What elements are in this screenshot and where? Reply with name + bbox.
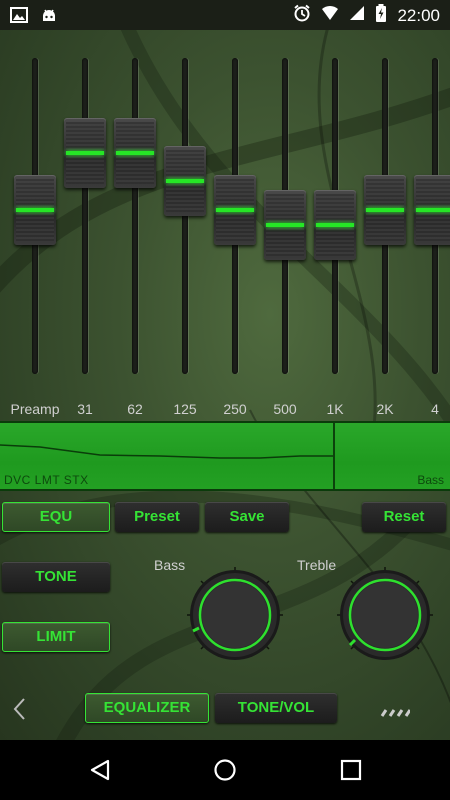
slider-thumb[interactable] xyxy=(264,190,306,261)
slider-thumb[interactable] xyxy=(114,117,156,188)
navigation-bar xyxy=(0,740,450,800)
bass-knob-label: Bass xyxy=(154,557,186,573)
curve-bass-label: Bass xyxy=(417,473,444,487)
recents-icon[interactable] xyxy=(339,758,363,787)
slider-thumb[interactable] xyxy=(364,174,406,245)
eq-slider-500[interactable] xyxy=(260,30,310,410)
slider-thumb[interactable] xyxy=(414,174,450,245)
eq-slider-125[interactable] xyxy=(160,30,210,410)
reset-button[interactable]: Reset xyxy=(362,502,446,532)
equ-button[interactable]: EQU xyxy=(2,502,110,532)
eq-slider-250[interactable] xyxy=(210,30,260,410)
band-label: 4 xyxy=(431,401,439,417)
tone-button[interactable]: TONE xyxy=(2,562,110,592)
slider-track xyxy=(82,58,88,374)
back-chevron-icon[interactable] xyxy=(12,697,28,726)
signal-icon xyxy=(349,5,365,26)
limit-button[interactable]: LIMIT xyxy=(2,622,110,652)
eq-slider-4[interactable] xyxy=(410,30,450,410)
treble-knob[interactable] xyxy=(335,565,435,665)
slider-thumb[interactable] xyxy=(214,174,256,245)
home-icon[interactable] xyxy=(213,758,237,787)
eq-slider-2K[interactable] xyxy=(360,30,410,410)
clock-time: 22:00 xyxy=(397,5,440,25)
eq-slider-Preamp[interactable] xyxy=(10,30,60,410)
tab-tone-vol[interactable]: TONE/VOL xyxy=(215,693,337,723)
eq-slider-62[interactable] xyxy=(110,30,160,410)
back-icon[interactable] xyxy=(88,758,112,787)
wifi-icon xyxy=(321,5,339,26)
slider-thumb[interactable] xyxy=(14,174,56,245)
treble-knob-label: Treble xyxy=(297,557,337,573)
alarm-icon xyxy=(293,4,311,27)
slider-track xyxy=(132,58,138,374)
battery-charging-icon xyxy=(375,4,387,27)
save-button[interactable]: Save xyxy=(205,502,289,532)
slider-thumb[interactable] xyxy=(314,190,356,261)
slider-thumb[interactable] xyxy=(164,146,206,217)
eq-slider-31[interactable] xyxy=(60,30,110,410)
bass-knob[interactable] xyxy=(185,565,285,665)
curve-divider xyxy=(333,423,335,489)
image-icon xyxy=(10,7,28,28)
tab-equalizer[interactable]: EQUALIZER xyxy=(85,693,209,723)
more-options-icon[interactable] xyxy=(380,705,412,723)
preset-button[interactable]: Preset xyxy=(115,502,199,532)
curve-status-label: DVC LMT STX xyxy=(4,473,89,487)
eq-slider-1K[interactable] xyxy=(310,30,360,410)
slider-thumb[interactable] xyxy=(64,117,106,188)
android-icon xyxy=(40,6,58,29)
equalizer-app: Preamp 31 62 125 250 500 1K 2K 4 DVC LMT STX Bas… xyxy=(0,30,450,740)
eq-curve-display: DVC LMT STX Bass xyxy=(0,421,450,491)
status-bar: 22:00 xyxy=(0,0,450,30)
